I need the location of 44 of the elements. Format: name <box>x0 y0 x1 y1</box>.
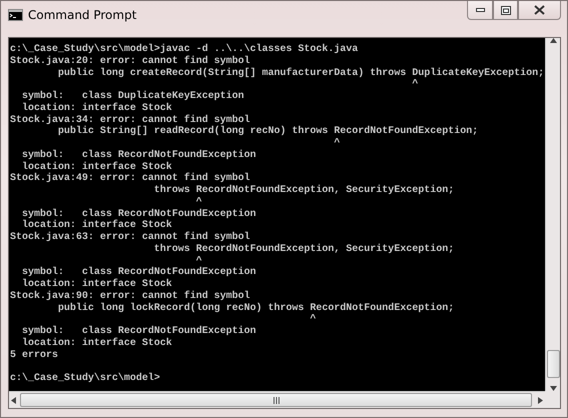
console-line: Stock.java:63: error: cannot find symbol <box>10 232 252 244</box>
console-line: ^ <box>333 138 342 150</box>
console-line: ^ <box>195 256 204 266</box>
console-line: location: interface Stock <box>21 162 174 172</box>
console-line: public long createRecord(String[] manufacturerData) throws DuplicateKeyException; <box>57 68 545 79</box>
console-line: ^ <box>309 314 318 326</box>
console-line: location: interface Stock <box>21 338 174 350</box>
console-line: throws RecordNotFoundException, SecurityException; <box>153 185 456 197</box>
scroll-right-icon[interactable] <box>538 396 543 404</box>
console-line: ^ <box>411 79 420 91</box>
horizontal-scrollbar[interactable] <box>9 391 545 408</box>
close-button[interactable] <box>518 1 561 20</box>
console-line: Stock.java:20: error: cannot find symbol <box>10 56 252 68</box>
console-line: location: interface Stock <box>21 102 174 114</box>
console-line: Stock.java:90: error: cannot find symbol <box>10 290 252 302</box>
minimize-button[interactable] <box>467 1 493 20</box>
grip-icon <box>272 396 280 404</box>
console-prompt: c:\_Case_Study\src\model> <box>10 373 162 385</box>
console-line: symbol: class RecordNotFoundException <box>21 326 258 338</box>
scroll-thumb[interactable] <box>546 350 560 378</box>
console-line: Stock.java:49: error: cannot find symbol <box>10 173 252 184</box>
vertical-scrollbar[interactable] <box>545 38 560 391</box>
console-line: ^ <box>195 196 204 208</box>
console-line: symbol: class RecordNotFoundException <box>21 150 258 162</box>
maximize-icon <box>500 6 510 14</box>
console-line: symbol: class RecordNotFoundException <box>21 267 258 278</box>
console-line: symbol: class RecordNotFoundException <box>21 208 258 220</box>
console-line: location: interface Stock <box>21 220 174 232</box>
terminal-icon <box>8 9 23 21</box>
console-line: location: interface Stock <box>21 279 174 290</box>
console-line: public String[] readRecord(long recNo) throws RecordNotFoundException; <box>57 126 480 138</box>
window-title: Command Prompt <box>28 8 137 22</box>
console-line: public long lockRecord(long recNo) throws RecordNotFoundException; <box>57 302 456 314</box>
minimize-icon <box>476 8 484 12</box>
scroll-left-icon[interactable] <box>11 396 16 404</box>
scroll-thumb[interactable] <box>20 393 532 407</box>
console-line: 5 errors <box>10 350 60 362</box>
console-line: c:\_Case_Study\src\model>javac -d ..\..\classes Stock.java <box>10 44 360 56</box>
maximize-button[interactable] <box>493 1 518 20</box>
close-icon <box>534 5 545 15</box>
console-line: symbol: class DuplicateKeyException <box>21 91 246 102</box>
console-line: throws RecordNotFoundException, SecurityException; <box>153 244 456 256</box>
console-line: Stock.java:34: error: cannot find symbol <box>10 114 252 126</box>
scroll-up-icon[interactable] <box>550 38 556 43</box>
